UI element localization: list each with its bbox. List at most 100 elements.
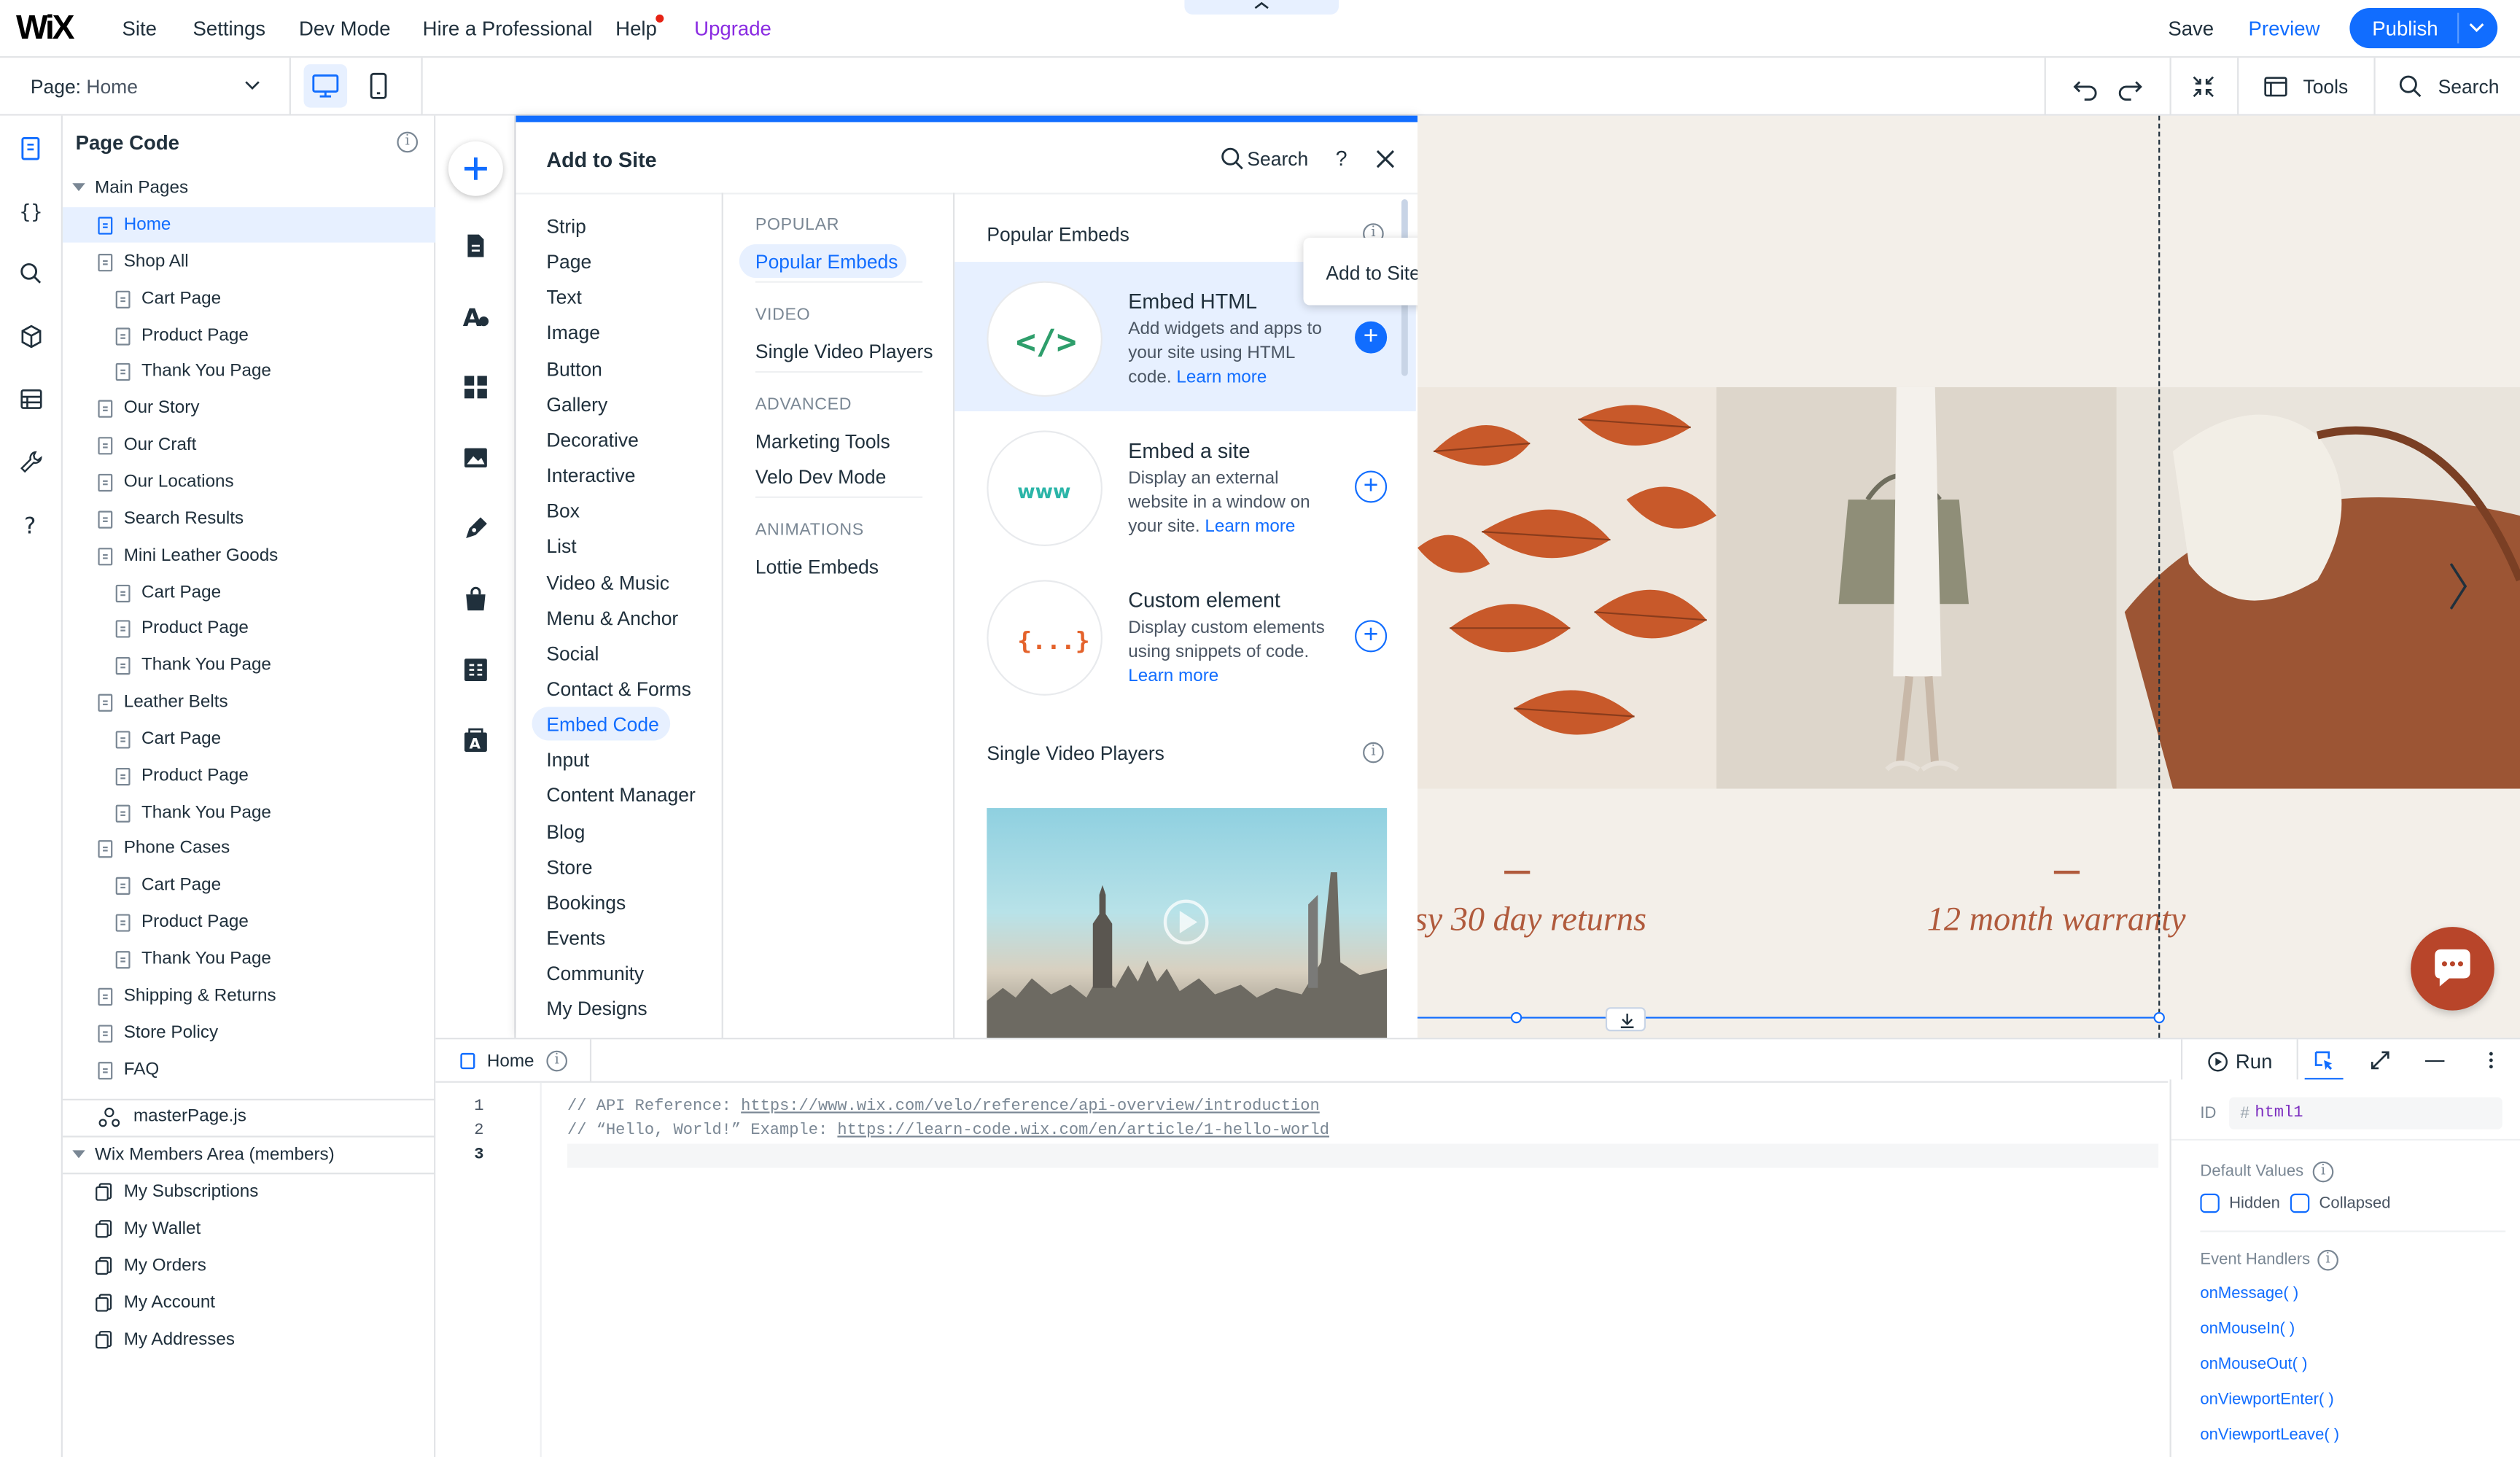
site-canvas[interactable]: sy 30 day returns 12 month warranty [1418,115,2520,1038]
info-icon[interactable]: i [546,1050,568,1072]
menu-hire-professional[interactable]: Hire a Professional [423,18,593,40]
chevron-down-icon[interactable] [243,79,262,93]
members-page-item[interactable]: My Addresses [63,1322,435,1357]
sidebar-page-item[interactable]: Phone Cases [63,831,435,866]
category-item[interactable]: Social [546,642,599,665]
category-item[interactable]: Input [546,749,589,772]
members-page-item[interactable]: My Orders [63,1248,435,1283]
sidebar-page-item[interactable]: Search Results [63,501,435,536]
help-icon[interactable]: ? [1336,146,1348,170]
run-button[interactable]: Run [2206,1049,2284,1074]
tools-button[interactable]: Tools [2263,72,2359,101]
redo-icon[interactable] [2115,72,2144,101]
sidebar-page-item[interactable]: Cart Page [63,721,435,756]
sidebar-page-item[interactable]: Cart Page [63,868,435,903]
category-item[interactable]: Store [546,855,592,878]
learn-more-link[interactable]: Learn more [1205,517,1295,536]
zoom-out-icon[interactable] [2189,72,2218,101]
menu-help[interactable]: Help [615,18,657,40]
category-item[interactable]: Decorative [546,429,638,451]
chat-button[interactable] [2411,927,2494,1011]
undo-icon[interactable] [2072,72,2101,101]
menu-site[interactable]: Site [122,18,157,40]
members-page-item[interactable]: My Account [63,1285,435,1320]
category-item[interactable]: Contact & Forms [546,677,691,700]
more-options-icon[interactable] [2480,1049,2502,1071]
search-icon[interactable] [18,260,44,287]
database-icon[interactable] [18,386,44,413]
info-icon[interactable]: i [2312,1161,2334,1183]
page-selector[interactable]: Page: Home [31,76,138,98]
category-item[interactable]: Menu & Anchor [546,607,678,629]
code-link[interactable]: https://www.wix.com/velo/reference/api-o… [741,1099,1320,1116]
wrench-icon[interactable] [18,448,44,475]
id-input[interactable]: # html1 [2229,1097,2502,1130]
master-page-file[interactable]: masterPage.js [63,1099,435,1134]
chevron-down-icon[interactable] [2467,21,2486,36]
cms-icon[interactable] [462,656,491,685]
category-item[interactable]: List [546,535,576,558]
code-tab-home[interactable]: Home i [435,1039,592,1081]
subcategory-item[interactable]: Single Video Players [755,341,933,363]
sidebar-page-item[interactable]: Our Locations [63,465,435,500]
menu-dev-mode[interactable]: Dev Mode [299,18,391,40]
sidebar-page-item[interactable]: Home [62,207,436,243]
sidebar-page-item[interactable]: Cart Page [63,575,435,610]
media-icon[interactable] [462,443,491,473]
sidebar-page-item[interactable]: Our Story [63,391,435,426]
store-bag-icon[interactable] [462,585,491,614]
sidebar-page-item[interactable]: Product Page [63,905,435,940]
sidebar-page-item[interactable]: Product Page [63,611,435,646]
sidebar-page-item[interactable]: FAQ [63,1052,435,1087]
code-link[interactable]: https://learn-code.wix.com/en/article/1-… [837,1123,1329,1141]
event-on-mouse-out[interactable]: onMouseOut( ) [2200,1356,2307,1373]
sidebar-page-item[interactable]: Product Page [63,758,435,793]
sidebar-page-item[interactable]: Shop All [63,244,435,279]
category-item[interactable]: Events [546,927,605,949]
sidebar-page-item[interactable]: Thank You Page [63,795,435,830]
category-item[interactable]: Video & Music [546,571,669,594]
sidebar-page-item[interactable]: Thank You Page [63,941,435,976]
learn-more-link[interactable]: Learn more [1176,368,1267,386]
help-icon[interactable]: ? [18,511,44,538]
info-icon[interactable]: i [2317,1249,2338,1271]
ascend-icon[interactable]: A [462,726,491,755]
sidebar-page-item[interactable]: Thank You Page [63,648,435,683]
hidden-checkbox[interactable] [2200,1193,2220,1213]
sidebar-page-item[interactable]: Our Craft [63,427,435,462]
collapsed-checkbox[interactable] [2290,1193,2310,1213]
pages-icon[interactable] [462,231,491,260]
menu-upgrade[interactable]: Upgrade [694,18,771,40]
subcategory-item[interactable]: Marketing Tools [755,430,890,453]
code-braces-icon[interactable]: {} [18,198,44,225]
preview-button[interactable]: Preview [2249,18,2320,40]
stretch-handle-button[interactable] [1605,1007,1646,1032]
selection-handle[interactable] [2153,1011,2165,1024]
event-on-mouse-in[interactable]: onMouseIn( ) [2200,1321,2295,1338]
category-item[interactable]: Image [546,322,600,345]
search-button[interactable]: Search [2398,72,2511,101]
info-icon[interactable]: i [1363,742,1384,764]
event-on-viewport-enter[interactable]: onViewportEnter( ) [2200,1391,2333,1409]
category-item[interactable]: Gallery [546,393,607,416]
page-code-icon[interactable] [18,135,44,162]
add-custom-element-button[interactable]: + [1355,620,1388,653]
video-player-thumbnail[interactable] [987,808,1388,1038]
category-item[interactable]: Community [546,963,644,985]
panel-search-button[interactable]: Search [1220,144,1316,174]
category-item[interactable]: Box [546,500,580,523]
sidebar-page-item[interactable]: Shipping & Returns [63,978,435,1013]
close-icon[interactable] [1374,148,1397,171]
category-item[interactable]: Page [546,251,591,273]
members-area-group[interactable]: Wix Members Area (members) [63,1138,435,1173]
learn-more-link[interactable]: Learn more [1128,667,1218,685]
sidebar-page-item[interactable]: Cart Page [63,281,435,316]
apps-icon[interactable] [462,373,491,402]
category-item[interactable]: Blog [546,820,585,843]
packages-icon[interactable] [18,323,44,350]
add-embed-html-button[interactable]: + [1355,321,1388,354]
add-elements-button[interactable] [448,141,503,196]
subcategory-item[interactable]: Popular Embeds [755,251,898,273]
members-page-item[interactable]: My Subscriptions [63,1174,435,1209]
sidebar-page-item[interactable]: Thank You Page [63,354,435,389]
